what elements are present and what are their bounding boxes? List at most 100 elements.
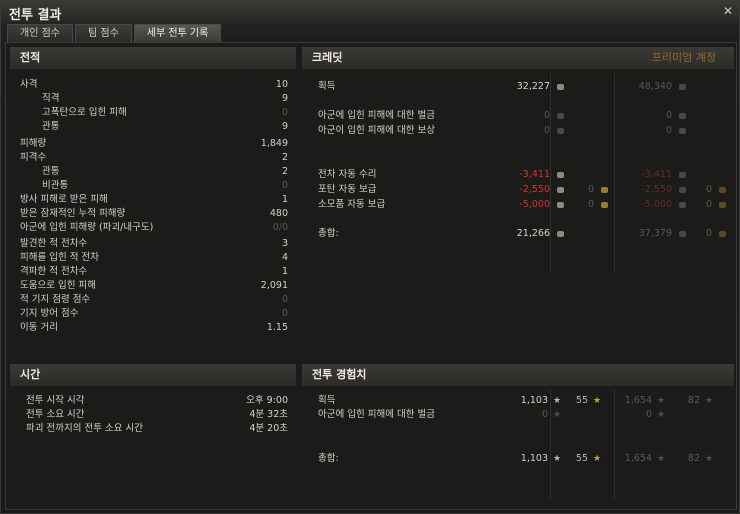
star-icon: ★ — [705, 396, 714, 406]
gold-star-icon: ★ — [593, 454, 602, 464]
credit-label: 전차 자동 수리 — [318, 169, 377, 180]
premium-xp-value: 1,654 — [624, 453, 652, 464]
credit-label: 소모품 자동 보급 — [318, 199, 386, 210]
star-icon: ★ — [553, 410, 562, 420]
time-value: 4분 32초 — [249, 409, 288, 420]
gold-coin-icon — [601, 187, 608, 193]
stat-row: 아군에 입힌 피해량 (파괴/내구도) 0/0 — [20, 221, 288, 235]
time-label: 전투 시작 시각 — [26, 395, 85, 406]
xp-value: 0 — [541, 409, 548, 420]
gold-star-icon: ★ — [593, 396, 602, 406]
stat-row: 직격 9 — [20, 92, 288, 106]
credit-coin-icon — [557, 231, 564, 237]
time-label: 전투 소요 시간 — [26, 409, 85, 420]
tab-personal-score[interactable]: 개인 점수 — [7, 24, 73, 42]
credit-label: 획득 — [318, 81, 336, 92]
premium-credit-value: 0 — [665, 110, 672, 121]
premium-bonus-value: 0 — [705, 184, 712, 195]
credit-coin-icon — [557, 84, 564, 90]
stat-value: 10 — [275, 79, 288, 90]
battle-results-window: 전투 결과 ✕ 개인 점수 팀 점수 세부 전투 기록 전적 사격 10 직격 9 고폭… — [0, 0, 740, 514]
close-icon[interactable]: ✕ — [721, 4, 735, 18]
stat-label: 격파한 적 전차수 — [20, 266, 88, 277]
stat-label: 피해량 — [20, 138, 47, 149]
star-icon: ★ — [657, 410, 666, 420]
xp-row: 아군에 입힌 피해에 대한 벌금 0 ★ 0 ★ — [318, 408, 728, 422]
stat-row: 피격수 2 — [20, 151, 288, 165]
stat-label: 고폭탄으로 입힌 피해 — [42, 107, 127, 118]
stat-row: 고폭탄으로 입힌 피해 0 — [20, 106, 288, 120]
stat-row: 피해를 입힌 적 전차 4 — [20, 251, 288, 265]
stat-value: 9 — [281, 121, 288, 132]
stat-value: 2,091 — [260, 280, 288, 291]
time-row: 전투 시작 시각 오후 9:00 — [26, 394, 288, 408]
credit-value: 0 — [543, 125, 550, 136]
stat-value: 2 — [281, 152, 288, 163]
stat-label: 기지 방어 점수 — [20, 308, 79, 319]
tab-team-score[interactable]: 팀 점수 — [74, 24, 132, 42]
stat-value: 1,849 — [260, 138, 288, 149]
stat-label: 방사 피해로 받은 피해 — [20, 194, 108, 205]
premium-coin-icon — [679, 113, 686, 119]
column-divider — [614, 390, 615, 500]
star-icon: ★ — [657, 454, 666, 464]
premium-xp-value: 1,654 — [624, 395, 652, 406]
credit-value: -5,000 — [519, 199, 550, 210]
stat-label: 직격 — [42, 93, 60, 104]
gold-coin-icon — [601, 202, 608, 208]
premium-credit-value: 37,379 — [638, 228, 672, 239]
xp-label: 아군에 입힌 피해에 대한 벌금 — [318, 409, 435, 420]
premium-bonus-value: 0 — [705, 228, 712, 239]
stat-label: 피해를 입힌 적 전차 — [20, 252, 99, 263]
star-icon: ★ — [553, 454, 562, 464]
credit-label: 아군에 입힌 피해에 대한 벌금 — [318, 110, 435, 121]
stat-value: 0 — [281, 107, 288, 118]
premium-coin-icon — [679, 172, 686, 178]
stat-row: 방사 피해로 받은 피해 1 — [20, 193, 288, 207]
stat-label: 사격 — [20, 79, 38, 90]
stat-row: 관통 2 — [20, 165, 288, 179]
credit-bonus-value: 0 — [587, 184, 594, 195]
premium-credit-value: -2,550 — [641, 184, 672, 195]
credit-value: 32,227 — [516, 81, 550, 92]
stat-label: 발견한 적 전차수 — [20, 238, 88, 249]
tab-detailed-report[interactable]: 세부 전투 기록 — [133, 24, 222, 42]
gold-coin-icon — [719, 187, 726, 193]
stat-value: 1 — [281, 194, 288, 205]
column-divider — [550, 73, 551, 273]
time-label: 파괴 전까지의 전투 소요 시간 — [26, 423, 143, 434]
window-title: 전투 결과 — [9, 8, 62, 23]
stat-value: 0 — [281, 308, 288, 319]
battle-stats-panel: 전적 사격 10 직격 9 고폭탄으로 입힌 피해 0 관통 9 피해량 1,849 피격수 2 관통 2… — [10, 47, 296, 337]
premium-credit-value: 0 — [665, 125, 672, 136]
stat-label: 도움으로 입힌 피해 — [20, 280, 96, 291]
credit-row: 소모품 자동 보급 -5,000 0 -5,000 0 — [318, 198, 728, 212]
xp-bonus-value: 55 — [575, 453, 588, 464]
credit-label: 아군이 입힌 피해에 대한 보상 — [318, 125, 435, 136]
stat-row: 비관통 0 — [20, 179, 288, 193]
column-divider — [614, 73, 615, 273]
stat-value: 3 — [281, 238, 288, 249]
stat-row: 피해량 1,849 — [20, 137, 288, 151]
premium-coin-icon — [679, 84, 686, 90]
premium-account-label: 프리미엄 계정 — [651, 51, 716, 64]
stat-label: 아군에 입힌 피해량 (파괴/내구도) — [20, 222, 154, 233]
stat-label: 받은 잠재적인 누적 피해량 — [20, 208, 126, 219]
xp-row: 획득 1,103 ★ 55 ★ 1,654 ★ 82 ★ — [318, 394, 728, 408]
credits-header: 크레딧 프리미엄 계정 — [302, 47, 734, 69]
premium-xp-value: 0 — [645, 409, 652, 420]
xp-bonus-value: 55 — [575, 395, 588, 406]
gold-coin-icon — [719, 231, 726, 237]
credit-value: -3,411 — [519, 169, 550, 180]
premium-credit-value: -3,411 — [641, 169, 672, 180]
credit-coin-icon — [557, 172, 564, 178]
star-icon: ★ — [705, 454, 714, 464]
stat-label: 관통 — [42, 121, 60, 132]
content-area: 전적 사격 10 직격 9 고폭탄으로 입힌 피해 0 관통 9 피해량 1,849 피격수 2 관통 2… — [5, 42, 737, 510]
credit-coin-icon — [557, 128, 564, 134]
stat-row: 사격 10 — [20, 78, 288, 92]
stat-row: 받은 잠재적인 누적 피해량 480 — [20, 207, 288, 221]
xp-value: 1,103 — [520, 395, 548, 406]
premium-credit-value: -5,000 — [641, 199, 672, 210]
premium-coin-icon — [679, 202, 686, 208]
